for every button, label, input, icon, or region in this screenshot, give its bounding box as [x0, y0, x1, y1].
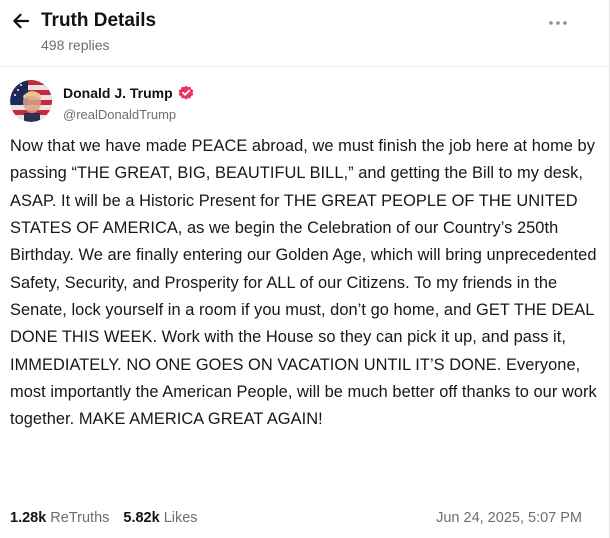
back-button[interactable]: [8, 8, 34, 34]
page-header: Truth Details 498 replies: [0, 0, 609, 68]
post-stats: 1.28k ReTruths 5.82k Likes: [10, 508, 212, 528]
more-horizontal-icon: [549, 21, 567, 25]
likes-count: 5.82k: [123, 510, 160, 526]
avatar-image: [10, 80, 52, 122]
post-timestamp: Jun 24, 2025, 5:07 PM: [436, 510, 582, 526]
author-name[interactable]: Donald J. Trump: [63, 84, 194, 102]
retruths-stat[interactable]: 1.28k ReTruths: [10, 508, 109, 528]
header-divider: [0, 66, 609, 67]
author-name-text: Donald J. Trump: [63, 85, 173, 101]
truth-details-page: Truth Details 498 replies Donald J. Trum…: [0, 0, 610, 538]
post-body: Now that we have made PEACE abroad, we m…: [10, 137, 597, 429]
arrow-left-icon: [13, 13, 30, 29]
more-options-button[interactable]: [545, 10, 571, 36]
verified-badge-icon: [178, 85, 194, 101]
likes-stat[interactable]: 5.82k Likes: [123, 508, 197, 528]
retruths-label: ReTruths: [50, 510, 110, 526]
likes-label: Likes: [163, 510, 198, 526]
author-handle[interactable]: @realDonaldTrump: [63, 106, 176, 124]
reply-count: 498 replies: [41, 37, 110, 53]
avatar[interactable]: [10, 80, 52, 122]
page-title: Truth Details: [41, 10, 157, 31]
retruths-count: 1.28k: [10, 510, 47, 526]
